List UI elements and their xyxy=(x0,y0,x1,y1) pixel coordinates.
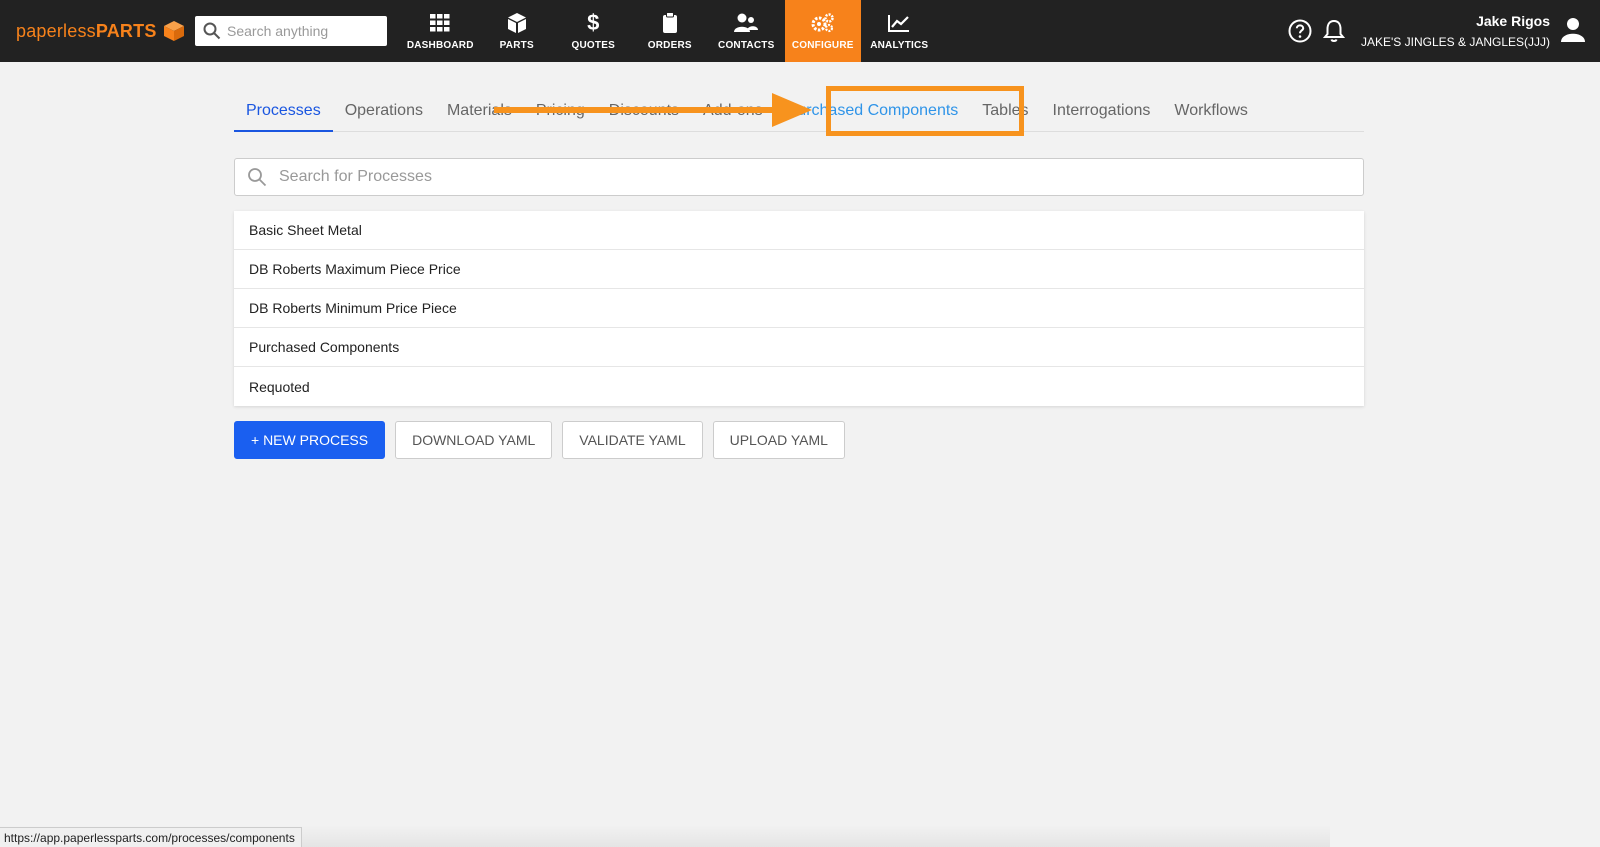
validate-yaml-button[interactable]: VALIDATE YAML xyxy=(562,421,703,459)
new-process-button[interactable]: + NEW PROCESS xyxy=(234,421,386,459)
process-list: Basic Sheet Metal DB Roberts Maximum Pie… xyxy=(234,211,1364,406)
user-org: JAKE'S JINGLES & JANGLES(JJJ) xyxy=(1360,35,1550,49)
cube-logo-icon xyxy=(163,21,184,41)
tab-workflows[interactable]: Workflows xyxy=(1162,92,1260,132)
grid-icon xyxy=(430,14,450,32)
nav-label: QUOTES xyxy=(571,40,615,51)
brand-name-part2: PARTS xyxy=(95,20,157,41)
nav-quotes[interactable]: $ QUOTES xyxy=(555,0,632,62)
tab-processes[interactable]: Processes xyxy=(234,92,333,132)
nav-label: CONTACTS xyxy=(718,40,775,51)
help-icon xyxy=(1288,19,1312,43)
contacts-icon xyxy=(734,13,759,32)
avatar[interactable] xyxy=(1560,16,1586,47)
tab-add-ons[interactable]: Add-ons xyxy=(691,92,775,132)
user-icon xyxy=(1561,17,1585,42)
process-search[interactable] xyxy=(234,158,1364,196)
gears-icon xyxy=(811,13,834,33)
tab-discounts[interactable]: Discounts xyxy=(597,92,691,132)
upload-yaml-button[interactable]: UPLOAD YAML xyxy=(712,421,845,459)
tab-tables[interactable]: Tables xyxy=(970,92,1040,132)
nav-contacts[interactable]: CONTACTS xyxy=(708,0,785,62)
help-button[interactable] xyxy=(1283,19,1317,43)
nav-label: ANALYTICS xyxy=(870,40,929,51)
nav-configure[interactable]: CONFIGURE xyxy=(784,0,861,62)
nav-analytics[interactable]: ANALYTICS xyxy=(861,0,938,62)
download-yaml-button[interactable]: DOWNLOAD YAML xyxy=(395,421,553,459)
nav-parts[interactable]: PARTS xyxy=(479,0,556,62)
brand-name-part1: paperless xyxy=(16,20,96,41)
global-search[interactable] xyxy=(195,16,387,46)
bell-icon xyxy=(1322,19,1345,42)
brand-logo[interactable]: paperless PARTS xyxy=(16,20,185,42)
nav-label: DASHBOARD xyxy=(406,40,474,51)
nav-label: CONFIGURE xyxy=(791,40,854,51)
nav-orders[interactable]: ORDERS xyxy=(632,0,709,62)
list-item[interactable]: Basic Sheet Metal xyxy=(234,211,1364,250)
list-item[interactable]: Requoted xyxy=(234,367,1364,406)
tab-operations[interactable]: Operations xyxy=(333,92,435,132)
nav-dashboard[interactable]: DASHBOARD xyxy=(402,0,479,62)
list-item[interactable]: DB Roberts Maximum Piece Price xyxy=(234,250,1364,289)
list-item[interactable]: DB Roberts Minimum Price Piece xyxy=(234,289,1364,328)
search-icon xyxy=(203,22,221,40)
process-search-input[interactable] xyxy=(279,168,1279,186)
tab-materials[interactable]: Materials xyxy=(435,92,524,132)
status-url: https://app.paperlessparts.com/processes… xyxy=(0,827,302,847)
chart-icon xyxy=(888,15,910,32)
notifications-button[interactable] xyxy=(1317,19,1351,43)
top-navbar: paperlessPARTS DASHBOARD PARTS $ QUOTES xyxy=(0,0,1600,62)
tab-pricing[interactable]: Pricing xyxy=(524,92,597,132)
cube-icon xyxy=(507,13,526,33)
global-search-input[interactable] xyxy=(227,23,377,39)
dollar-icon: $ xyxy=(587,10,600,35)
main-nav: DASHBOARD PARTS $ QUOTES ORDERS CONTACTS… xyxy=(402,0,938,62)
nav-label: ORDERS xyxy=(647,40,692,51)
config-tabs: Processes Operations Materials Pricing D… xyxy=(234,92,1364,132)
search-icon xyxy=(248,168,267,187)
right-tools: Jake Rigos JAKE'S JINGLES & JANGLES(JJJ) xyxy=(1283,0,1600,62)
user-info[interactable]: Jake Rigos JAKE'S JINGLES & JANGLES(JJJ) xyxy=(1361,13,1550,49)
nav-label: PARTS xyxy=(499,40,534,51)
user-name: Jake Rigos xyxy=(1476,13,1550,29)
clipboard-icon xyxy=(662,12,677,33)
action-buttons: + NEW PROCESS DOWNLOAD YAML VALIDATE YAM… xyxy=(234,421,855,459)
list-item[interactable]: Purchased Components xyxy=(234,328,1364,367)
tab-purchased-components[interactable]: Purchased Components xyxy=(775,92,971,132)
tab-interrogations[interactable]: Interrogations xyxy=(1041,92,1163,132)
